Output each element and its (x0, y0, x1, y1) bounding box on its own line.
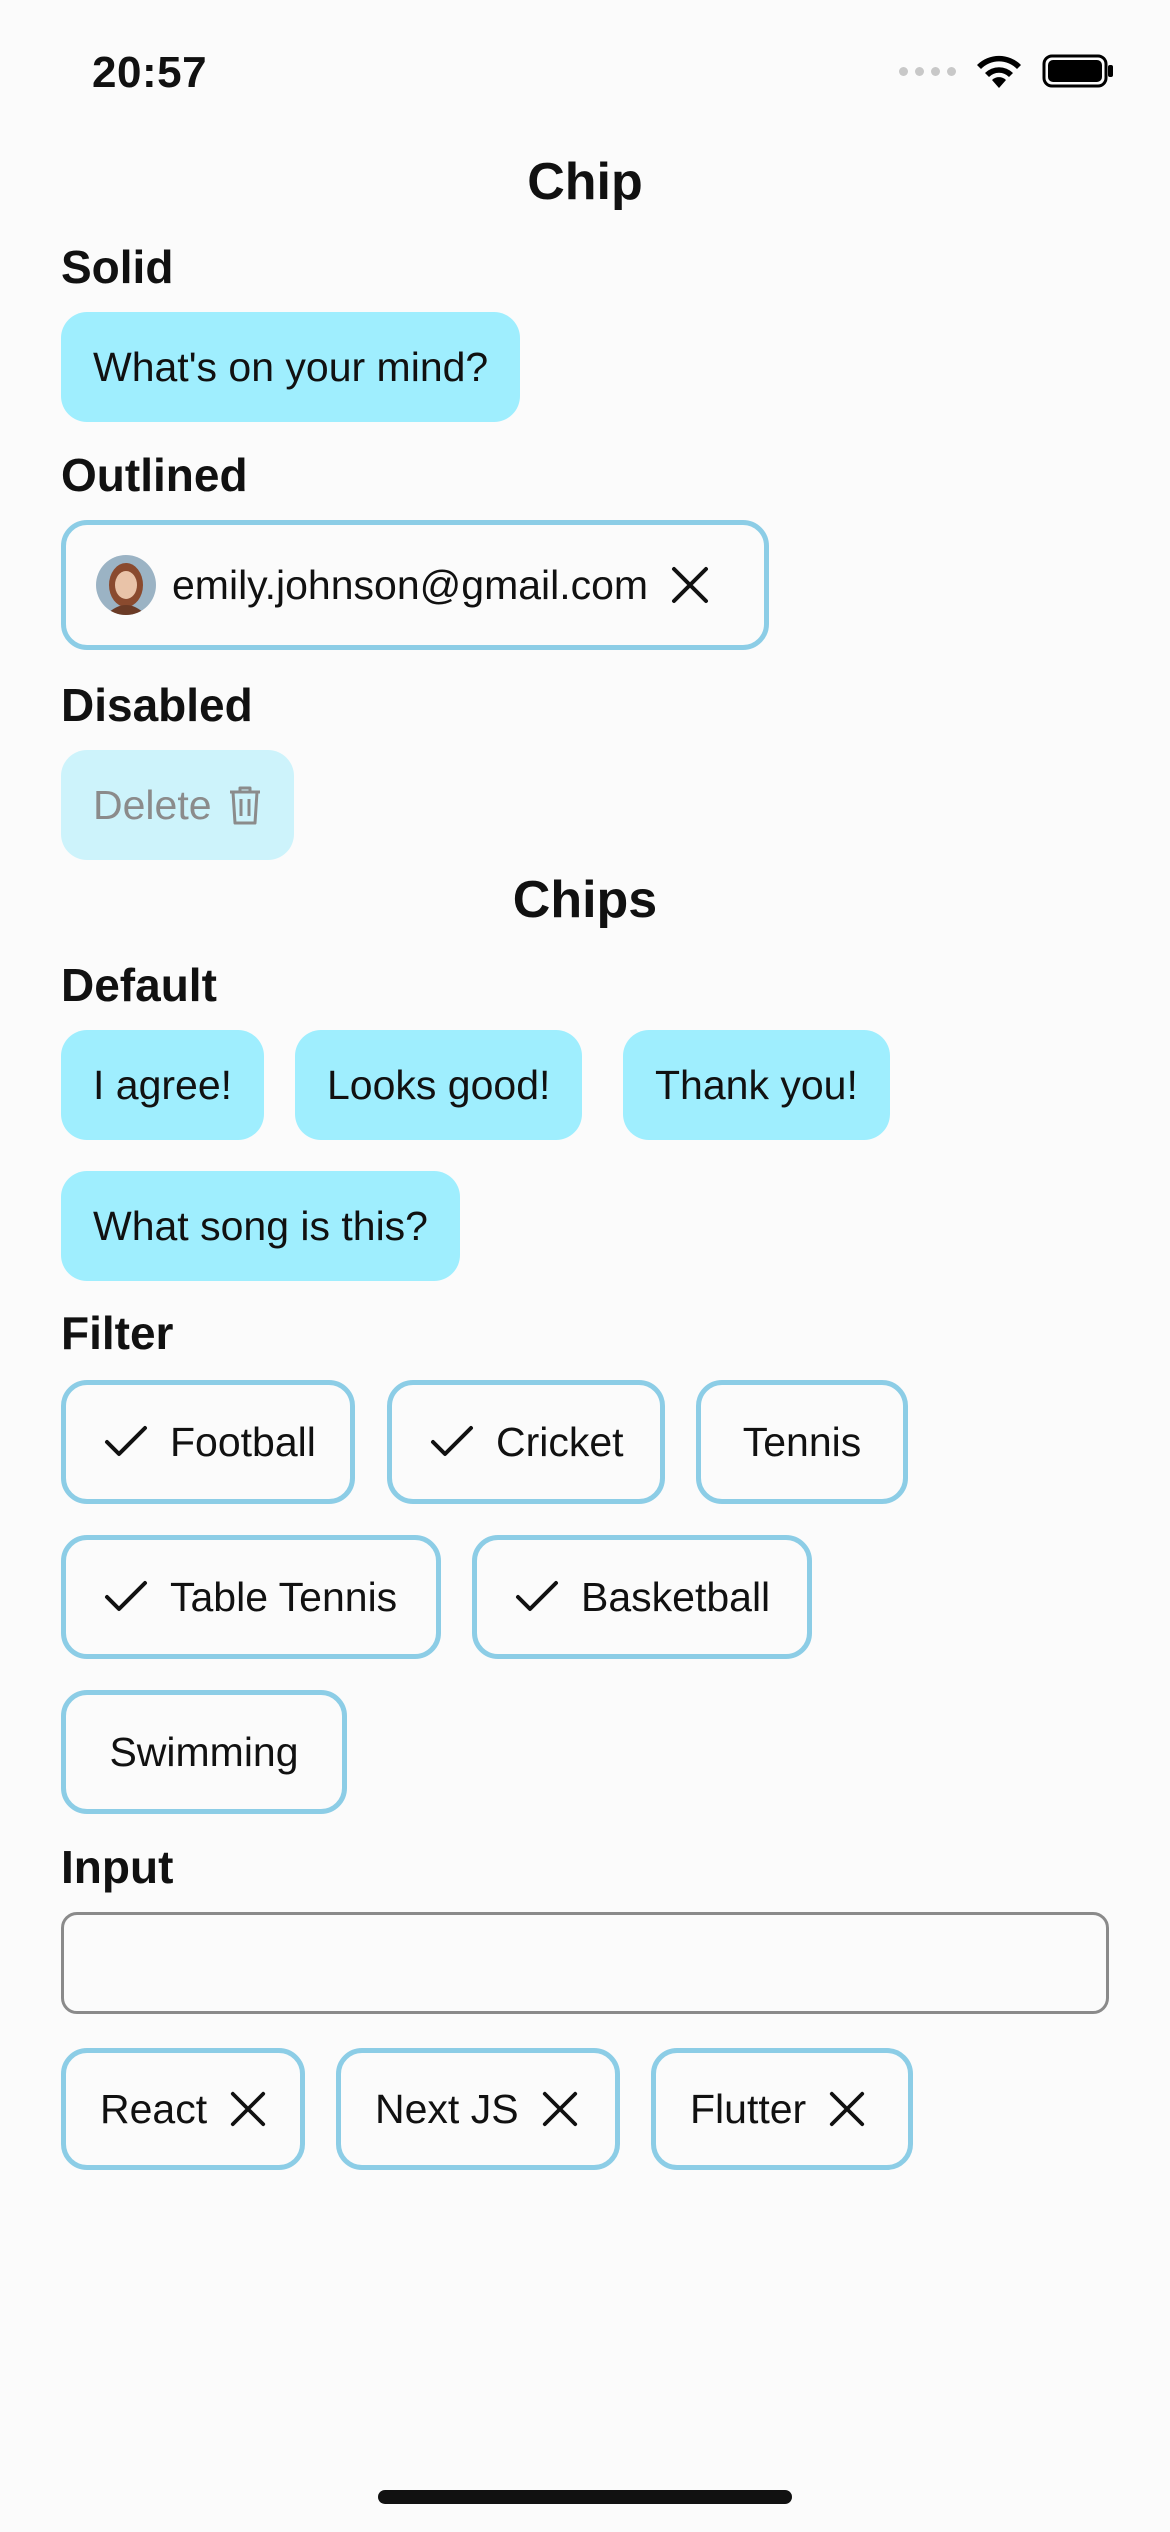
default-chip-thank-you[interactable]: Thank you! (623, 1030, 890, 1140)
chip-text: Thank you! (655, 1061, 858, 1108)
input-chip-flutter[interactable]: Flutter (651, 2048, 913, 2170)
chip-text: Flutter (690, 2085, 807, 2132)
disabled-delete-chip: Delete (61, 750, 294, 860)
trash-icon (229, 786, 260, 825)
tag-input-field[interactable] (61, 1912, 1109, 2014)
disabled-label: Disabled (61, 679, 253, 731)
disabled-chip-text: Delete (93, 781, 212, 828)
chip-text: Tennis (742, 1418, 862, 1465)
check-icon (516, 1581, 558, 1611)
chip-text: I agree! (93, 1061, 233, 1108)
status-icons (899, 52, 1114, 90)
chip-text: Looks good! (327, 1061, 551, 1108)
input-chip-react[interactable]: React (61, 2048, 305, 2170)
close-icon[interactable] (670, 565, 710, 605)
default-label: Default (61, 959, 217, 1011)
check-icon (431, 1426, 473, 1456)
chip-text: Football (170, 1418, 316, 1465)
filter-chip-table-tennis[interactable]: Table Tennis (61, 1535, 441, 1659)
chip-text: Cricket (496, 1418, 624, 1465)
chip-text: Table Tennis (170, 1573, 398, 1620)
filter-chip-cricket[interactable]: Cricket (387, 1380, 665, 1504)
filter-chip-football[interactable]: Football (61, 1380, 355, 1504)
default-chip-what-song[interactable]: What song is this? (61, 1171, 460, 1281)
chip-text: Basketball (581, 1573, 771, 1620)
outlined-chip[interactable]: emily.johnson@gmail.com (61, 520, 769, 650)
screen: 20:57 Chip Solid What's on your mind? Ou… (0, 0, 1170, 2532)
outlined-label: Outlined (61, 449, 248, 501)
filter-chip-basketball[interactable]: Basketball (472, 1535, 812, 1659)
chip-text: React (100, 2085, 208, 2132)
chip-text: Swimming (109, 1728, 299, 1775)
wifi-icon (977, 55, 1021, 88)
cellular-signal-icon (899, 66, 956, 76)
default-chip-looks-good[interactable]: Looks good! (295, 1030, 583, 1140)
filter-chip-swimming[interactable]: Swimming (61, 1690, 347, 1814)
close-icon[interactable] (229, 2090, 267, 2128)
check-icon (105, 1426, 147, 1456)
avatar (96, 555, 156, 615)
input-label: Input (61, 1841, 174, 1893)
outlined-chip-text: emily.johnson@gmail.com (172, 561, 649, 608)
close-icon[interactable] (828, 2090, 866, 2128)
status-bar: 20:57 (0, 0, 1170, 140)
default-chip-agree[interactable]: I agree! (61, 1030, 265, 1140)
chip-text: Next JS (375, 2085, 519, 2132)
input-chip-next-js[interactable]: Next JS (336, 2048, 620, 2170)
battery-icon (1042, 54, 1113, 88)
close-icon[interactable] (541, 2090, 579, 2128)
chip-section-title: Chip (527, 153, 643, 211)
filter-chip-tennis[interactable]: Tennis (696, 1380, 908, 1504)
tag-input[interactable] (64, 1915, 1106, 2011)
solid-chip[interactable]: What's on your mind? (61, 312, 521, 422)
solid-chip-text: What's on your mind? (93, 343, 489, 390)
home-indicator[interactable] (378, 2490, 792, 2504)
chip-text: What song is this? (93, 1202, 428, 1249)
status-time: 20:57 (92, 48, 208, 97)
chips-section-title: Chips (512, 871, 658, 929)
solid-label: Solid (61, 241, 174, 293)
check-icon (105, 1581, 147, 1611)
filter-label: Filter (61, 1307, 174, 1359)
